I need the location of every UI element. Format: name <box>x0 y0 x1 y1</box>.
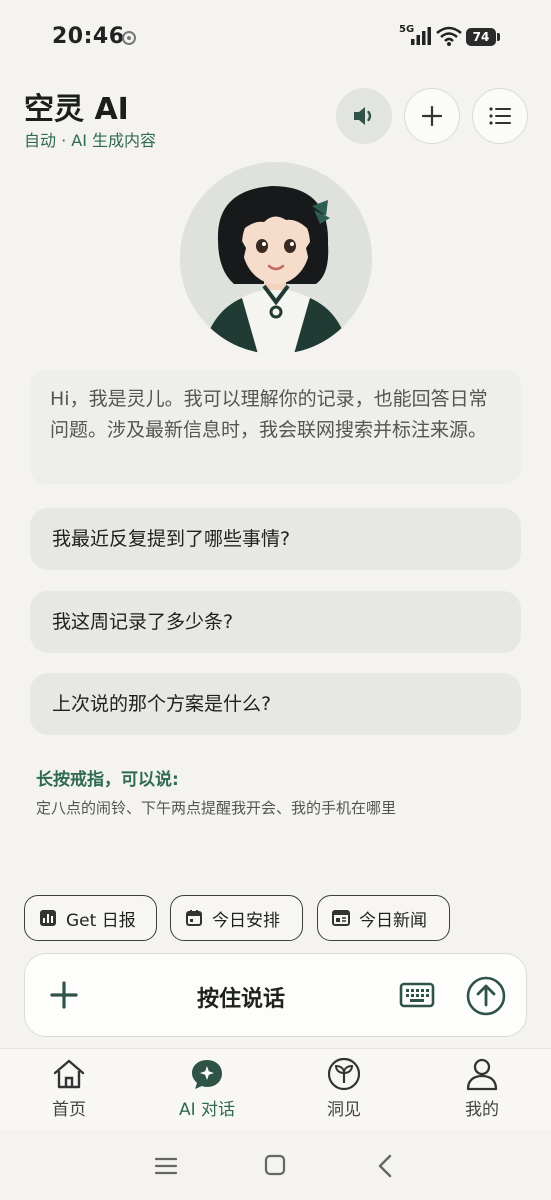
chip-label: 今日安排 <box>212 910 280 931</box>
speaker-icon <box>354 107 372 125</box>
bar-chart-icon <box>40 910 56 926</box>
tab-home[interactable]: 首页 <box>29 1057 109 1120</box>
ai-chat-icon <box>192 1060 222 1089</box>
user-icon <box>466 1058 498 1091</box>
back-icon[interactable] <box>376 1154 394 1178</box>
send-arrow-icon[interactable] <box>465 975 507 1017</box>
tab-label: 首页 <box>52 1100 86 1120</box>
assistant-portrait-icon <box>180 162 372 354</box>
keyboard-icon[interactable] <box>399 981 435 1009</box>
speaker-button[interactable] <box>336 88 392 144</box>
status-time: 20:46 <box>52 24 125 49</box>
suggestion-chip[interactable]: 我最近反复提到了哪些事情? <box>30 508 521 570</box>
tab-insights[interactable]: 洞见 <box>304 1057 384 1120</box>
today-news-chip[interactable]: 今日新闻 <box>317 895 450 941</box>
battery-indicator: 74 <box>466 28 496 46</box>
news-icon <box>332 910 350 926</box>
history-menu-button[interactable] <box>472 88 528 144</box>
list-icon <box>489 107 511 125</box>
status-bar: 20:46 5G 74 <box>0 0 551 72</box>
chip-label: 今日新闻 <box>359 910 427 931</box>
sprout-icon <box>327 1057 361 1091</box>
app-title: 空灵 AI <box>24 92 129 127</box>
notification-icon <box>122 31 136 45</box>
assistant-greeting: Hi，我是灵儿。我可以理解你的记录，也能回答日常问题。涉及最新信息时，我会联网搜… <box>30 370 521 484</box>
tab-label: AI 对话 <box>178 1100 236 1120</box>
recent-apps-icon[interactable] <box>154 1156 178 1176</box>
new-chat-button[interactable] <box>404 88 460 144</box>
ring-tip-title: 长按戒指，可以说: <box>36 770 179 790</box>
wifi-icon <box>436 26 462 46</box>
suggestion-chip[interactable]: 上次说的那个方案是什么? <box>30 673 521 735</box>
tab-label: 我的 <box>465 1100 499 1120</box>
ring-tip-examples: 定八点的闹铃、下午两点提醒我开会、我的手机在哪里 <box>36 799 397 817</box>
tab-label: 洞见 <box>327 1100 361 1120</box>
home-square-icon[interactable] <box>264 1154 286 1176</box>
bottom-tab-bar: 首页 AI 对话 洞见 我的 <box>0 1048 551 1130</box>
hold-to-talk-button[interactable]: 按住说话 <box>25 981 457 1013</box>
signal-icon <box>411 27 431 45</box>
suggestion-chip[interactable]: 我这周记录了多少条? <box>30 591 521 653</box>
tab-profile[interactable]: 我的 <box>442 1057 522 1120</box>
voice-input-bar: 按住说话 <box>24 953 527 1037</box>
get-daily-report-chip[interactable]: Get 日报 <box>24 895 157 941</box>
chip-label: Get 日报 <box>66 910 136 931</box>
app-subtitle: 自动 · AI 生成内容 <box>24 131 157 150</box>
battery-tip <box>497 33 500 41</box>
home-icon <box>53 1059 85 1089</box>
assistant-avatar <box>180 162 372 354</box>
calendar-icon <box>186 910 202 926</box>
today-schedule-chip[interactable]: 今日安排 <box>170 895 303 941</box>
system-navigation-bar <box>0 1140 551 1200</box>
tab-ai-chat[interactable]: AI 对话 <box>167 1057 247 1120</box>
plus-icon <box>421 105 443 127</box>
